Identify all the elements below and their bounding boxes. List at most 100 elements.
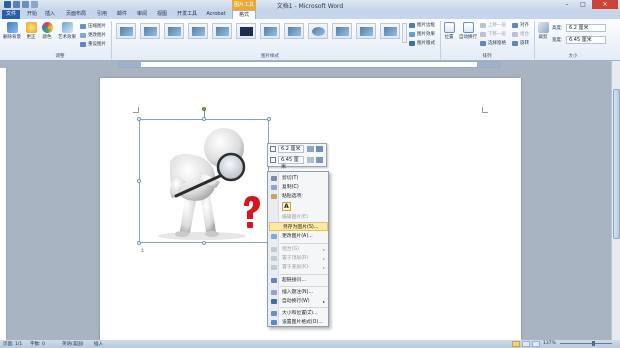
print-layout-view-icon[interactable] (512, 341, 520, 347)
tab-acrobat[interactable]: Acrobat (204, 10, 228, 19)
position-button[interactable]: 位置 (442, 22, 456, 40)
menu-item-size-position[interactable]: 大小和位置(Z)... (269, 309, 328, 318)
full-screen-view-icon[interactable] (522, 341, 530, 347)
tab-file[interactable]: 文件 (2, 10, 20, 19)
minimize-button[interactable]: – (560, 0, 574, 9)
picture-style-thumb[interactable] (356, 23, 376, 39)
anchor-icon: ⚓ (140, 248, 145, 254)
picture-style-thumb[interactable] (236, 23, 256, 39)
picture-style-thumb[interactable] (308, 23, 328, 39)
menu-item-insert-caption[interactable]: 插入题注(N)... (269, 288, 328, 297)
menu-item-copy[interactable]: 复制(C) (269, 183, 328, 192)
picture-style-thumb[interactable] (164, 23, 184, 39)
crop-icon[interactable] (307, 146, 314, 152)
paste-keep-format-button[interactable]: A (282, 202, 291, 211)
menu-item-bring-to-front[interactable]: 置于顶层(R) ▸ (269, 254, 328, 263)
status-zoom[interactable]: 137% (543, 341, 556, 346)
bring-to-front-icon (271, 256, 277, 261)
picture-style-thumb[interactable] (380, 23, 400, 39)
tab-review[interactable]: 审阅 (134, 10, 150, 19)
resize-handle[interactable] (137, 241, 141, 245)
picture-effects-button[interactable]: 图片效果 (409, 31, 435, 37)
width-input[interactable]: 6.45 厘米 (566, 36, 606, 44)
menu-item-send-to-back[interactable]: 置于底层(K) ▸ (269, 263, 328, 272)
reset-picture-button[interactable]: 重设图片 (80, 41, 106, 47)
selection-pane-button[interactable]: 选择窗格 (480, 40, 506, 46)
menu-item-change-picture[interactable]: 更改图片(A)... (269, 232, 328, 241)
picture-style-thumb[interactable] (188, 23, 208, 39)
close-button[interactable]: ✕ (592, 0, 618, 9)
scrollbar-thumb[interactable] (613, 89, 620, 239)
tab-insert[interactable]: 插入 (42, 10, 58, 19)
rotate-button[interactable]: 旋转 (512, 40, 529, 46)
web-layout-view-icon[interactable] (532, 341, 540, 347)
group-divider (111, 21, 112, 59)
position-icon[interactable] (307, 157, 314, 163)
artistic-effects-button[interactable]: 艺术效果 (56, 22, 78, 40)
menu-item-wrap-text[interactable]: 自动换行(W) ▸ (269, 297, 328, 306)
gallery-scroll-button[interactable] (402, 23, 407, 43)
wrap-icon[interactable] (316, 146, 323, 152)
group-button[interactable]: 组合 (512, 31, 529, 37)
wrap-text-button[interactable]: 自动换行 (458, 22, 478, 40)
tab-mailings[interactable]: 邮件 (114, 10, 130, 19)
remove-background-button[interactable]: 删除背景 (2, 22, 22, 40)
status-words[interactable]: 字数: 0 (30, 341, 45, 347)
menu-item-hyperlink[interactable]: 超链接(I)... (269, 276, 328, 285)
menu-item-cut[interactable]: 剪切(T) (269, 174, 328, 183)
selected-picture[interactable] (139, 119, 269, 243)
menu-item-group[interactable]: 组合(G) ▸ (269, 245, 328, 254)
resize-handle[interactable] (202, 241, 206, 245)
resize-handle[interactable] (137, 117, 141, 121)
menu-item-save-as-picture[interactable]: 另存为图片(S)... (269, 222, 328, 231)
resize-handle[interactable] (137, 179, 141, 183)
picture-style-thumb[interactable] (116, 23, 136, 39)
height-input[interactable]: 6.2 厘米 (566, 24, 606, 32)
compress-icon (80, 23, 86, 29)
corrections-button[interactable]: 更正 (24, 22, 38, 40)
color-button[interactable]: 颜色 (40, 22, 54, 40)
bring-forward-button[interactable]: 上移一层 (480, 22, 506, 28)
send-backward-button[interactable]: 下移一层 (480, 31, 506, 37)
change-picture-button[interactable]: 更改图片 (80, 32, 106, 38)
mini-width-input[interactable]: 6.45 厘米 (278, 156, 304, 170)
horizontal-ruler[interactable] (118, 61, 500, 68)
menu-item-edit-picture[interactable]: 编辑图片(E) (269, 213, 328, 222)
status-language[interactable]: 英语(美国) (62, 341, 84, 347)
margin-corner-mark (482, 107, 488, 113)
title-bar: 文档1 - Microsoft Word 图片工具 – □ ✕ (0, 0, 620, 10)
arrange-icon[interactable] (316, 157, 323, 163)
tab-format[interactable]: 格式 (232, 10, 256, 19)
crop-button[interactable]: 裁剪 (536, 22, 550, 40)
bring-forward-icon (480, 22, 486, 28)
status-mode[interactable]: 插入 (94, 341, 103, 347)
picture-layout-button[interactable]: 图片版式 (409, 40, 435, 46)
align-button[interactable]: 对齐 (512, 22, 529, 28)
picture-style-thumb[interactable] (284, 23, 304, 39)
tab-home[interactable]: 开始 (24, 10, 40, 19)
status-page[interactable]: 页面: 1/1 (3, 341, 22, 347)
picture-style-thumb[interactable] (140, 23, 160, 39)
compress-pictures-button[interactable]: 压缩图片 (80, 23, 106, 29)
menu-item-format-picture[interactable]: 设置图片格式(O)... (269, 318, 328, 327)
picture-border-icon (409, 22, 415, 28)
mini-height-input[interactable]: 6.2 厘米 (278, 145, 304, 153)
rotate-handle[interactable] (202, 107, 206, 111)
tab-references[interactable]: 引用 (94, 10, 110, 19)
picture-style-thumb[interactable] (260, 23, 280, 39)
vertical-ruler[interactable] (0, 68, 7, 340)
ribbon-tabs: 文件 开始 插入 页面布局 引用 邮件 审阅 视图 开发工具 Acrobat 格… (0, 10, 620, 19)
picture-style-thumb[interactable] (212, 23, 232, 39)
zoom-slider[interactable] (560, 343, 612, 344)
resize-handle[interactable] (267, 117, 271, 121)
group-label-arrange: 排列 (482, 54, 492, 59)
maximize-button[interactable]: □ (576, 0, 590, 9)
tab-developer[interactable]: 开发工具 (174, 10, 200, 19)
tab-view[interactable]: 视图 (154, 10, 170, 19)
zoom-slider-thumb[interactable] (592, 341, 595, 346)
picture-style-thumb[interactable] (332, 23, 352, 39)
menu-separator (280, 307, 328, 308)
picture-border-button[interactable]: 图片边框 (409, 22, 435, 28)
vertical-scrollbar[interactable] (611, 61, 620, 340)
tab-page-layout[interactable]: 页面布局 (62, 10, 90, 19)
